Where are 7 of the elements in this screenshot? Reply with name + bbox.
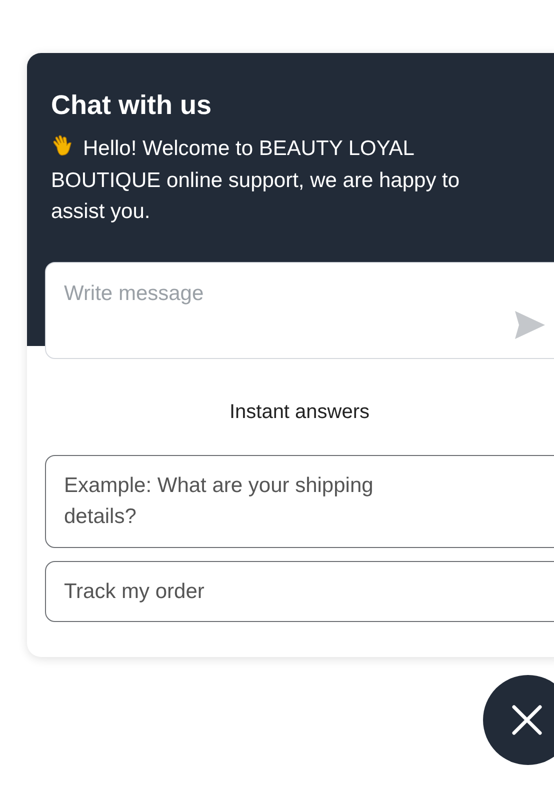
greeting-text: Hello! Welcome to BEAUTY LOYAL BOUTIQUE online support, we are happy to assist you. [51, 133, 496, 228]
answer-button[interactable]: Track my order [45, 560, 554, 622]
answer-button[interactable]: Example: What are your shipping details? [45, 454, 554, 548]
chat-title: Chat with us [51, 89, 212, 122]
message-field[interactable]: Write message [45, 262, 554, 359]
close-icon [512, 705, 542, 735]
section-title: Instant answers [228, 400, 371, 425]
